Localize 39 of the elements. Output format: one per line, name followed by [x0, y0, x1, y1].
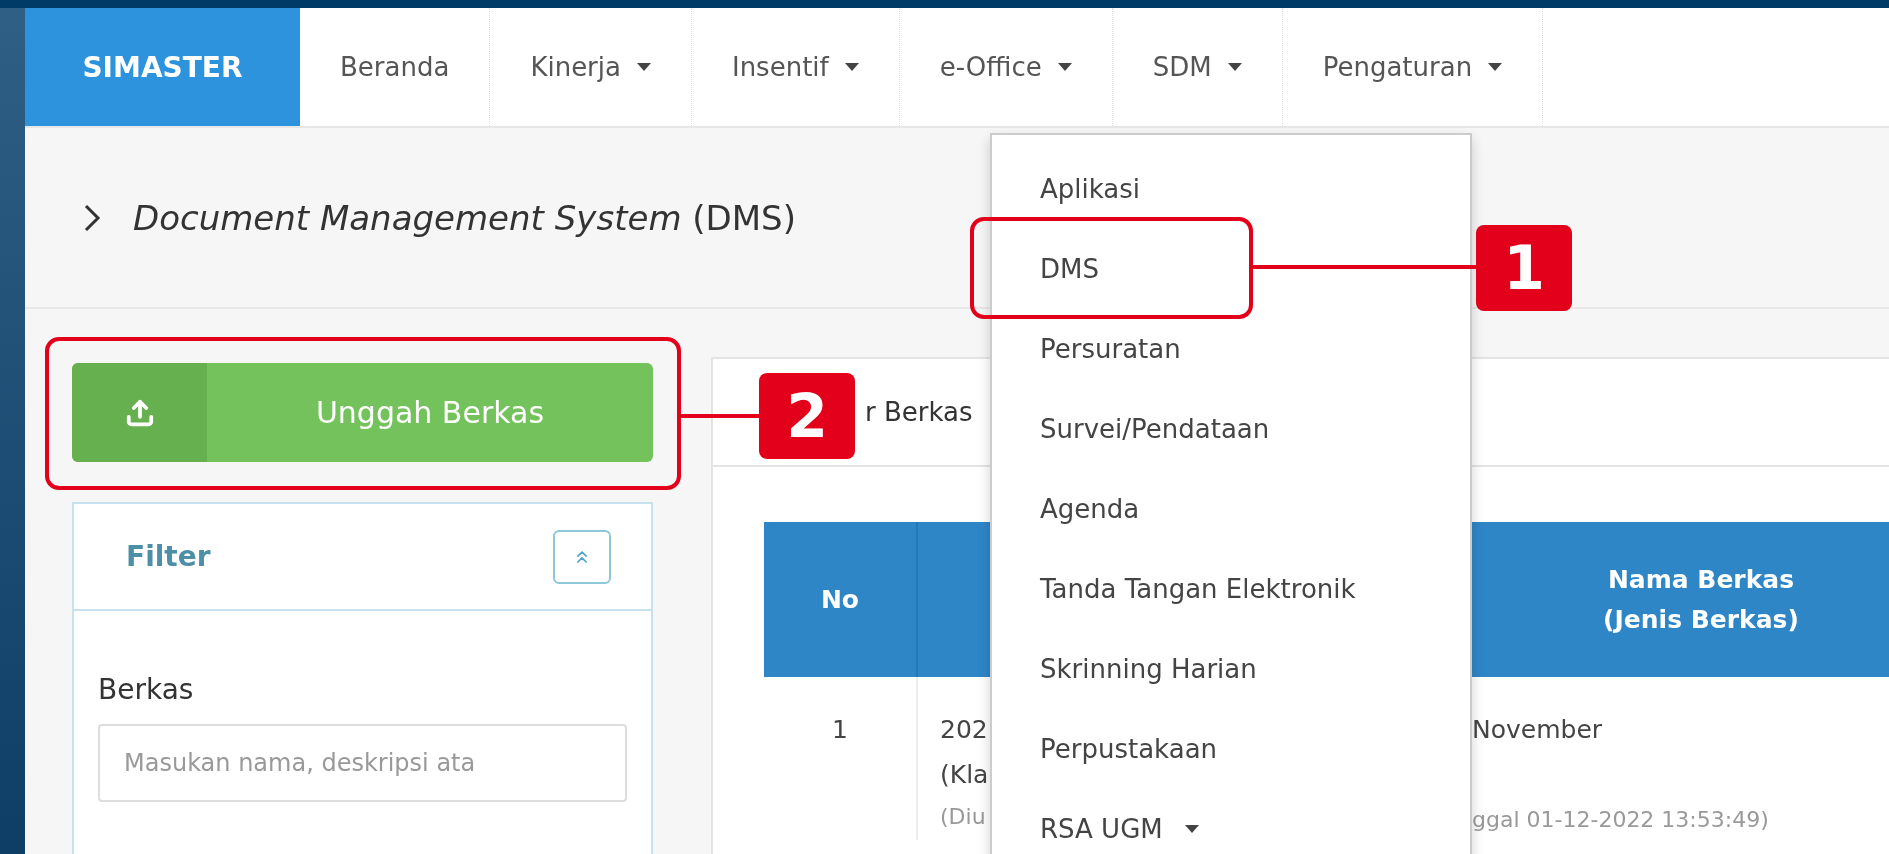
- table-cell-text: (Kla: [940, 759, 989, 791]
- menu-item[interactable]: RSA UGM: [992, 789, 1470, 854]
- menu-item[interactable]: Agenda: [992, 469, 1470, 549]
- panel-title: r Berkas: [865, 397, 973, 427]
- caret-icon: [1057, 63, 1072, 71]
- collapse-button[interactable]: [553, 529, 611, 584]
- search-field[interactable]: Masukan nama, deskripsi ata: [98, 724, 627, 802]
- menu-item[interactable]: Aplikasi: [992, 149, 1470, 229]
- nav-item[interactable]: SDM: [1112, 8, 1283, 126]
- table-cell-text: November: [1472, 714, 1603, 746]
- nav-item[interactable]: Insentif: [691, 8, 900, 126]
- table-cell-text: 1: [832, 714, 848, 746]
- caret-icon: [1184, 825, 1199, 833]
- step-number: 2: [759, 373, 855, 459]
- nav-item[interactable]: Kinerja: [490, 8, 692, 126]
- column-header: No: [764, 522, 918, 677]
- menu-item[interactable]: Persuratan: [992, 309, 1470, 389]
- nav-item[interactable]: Pengaturan: [1282, 8, 1544, 126]
- menu-item[interactable]: Tanda Tangan Elektronik: [992, 549, 1470, 629]
- step-number: 1: [1476, 225, 1572, 311]
- caret-icon: [1227, 63, 1242, 71]
- caret-icon: [1488, 63, 1503, 71]
- page-title: Document Management System (DMS): [133, 197, 796, 238]
- chevron-right-icon: [83, 202, 101, 233]
- caret-icon: [844, 63, 859, 71]
- column-header: Nama Berkas (Jenis Berkas): [1472, 522, 1889, 677]
- menu-item[interactable]: Skrinning Harian: [992, 629, 1470, 709]
- caret-icon: [636, 63, 651, 71]
- nav-item[interactable]: e-Office: [899, 8, 1113, 126]
- menu-item[interactable]: Survei/Pendataan: [992, 389, 1470, 469]
- field-label: Berkas: [98, 673, 195, 706]
- cell-note: ggal 01-12-2022 13:53:49): [1472, 806, 1769, 834]
- nav-item[interactable]: Beranda: [300, 8, 491, 126]
- menu-item[interactable]: DMS: [992, 229, 1470, 309]
- table-cell-text: 202: [940, 714, 988, 746]
- upload-icon: [124, 397, 155, 428]
- filter-title: Filter: [126, 540, 211, 573]
- cell-note: (Diu: [940, 803, 986, 831]
- menu-item[interactable]: Perpustakaan: [992, 709, 1470, 789]
